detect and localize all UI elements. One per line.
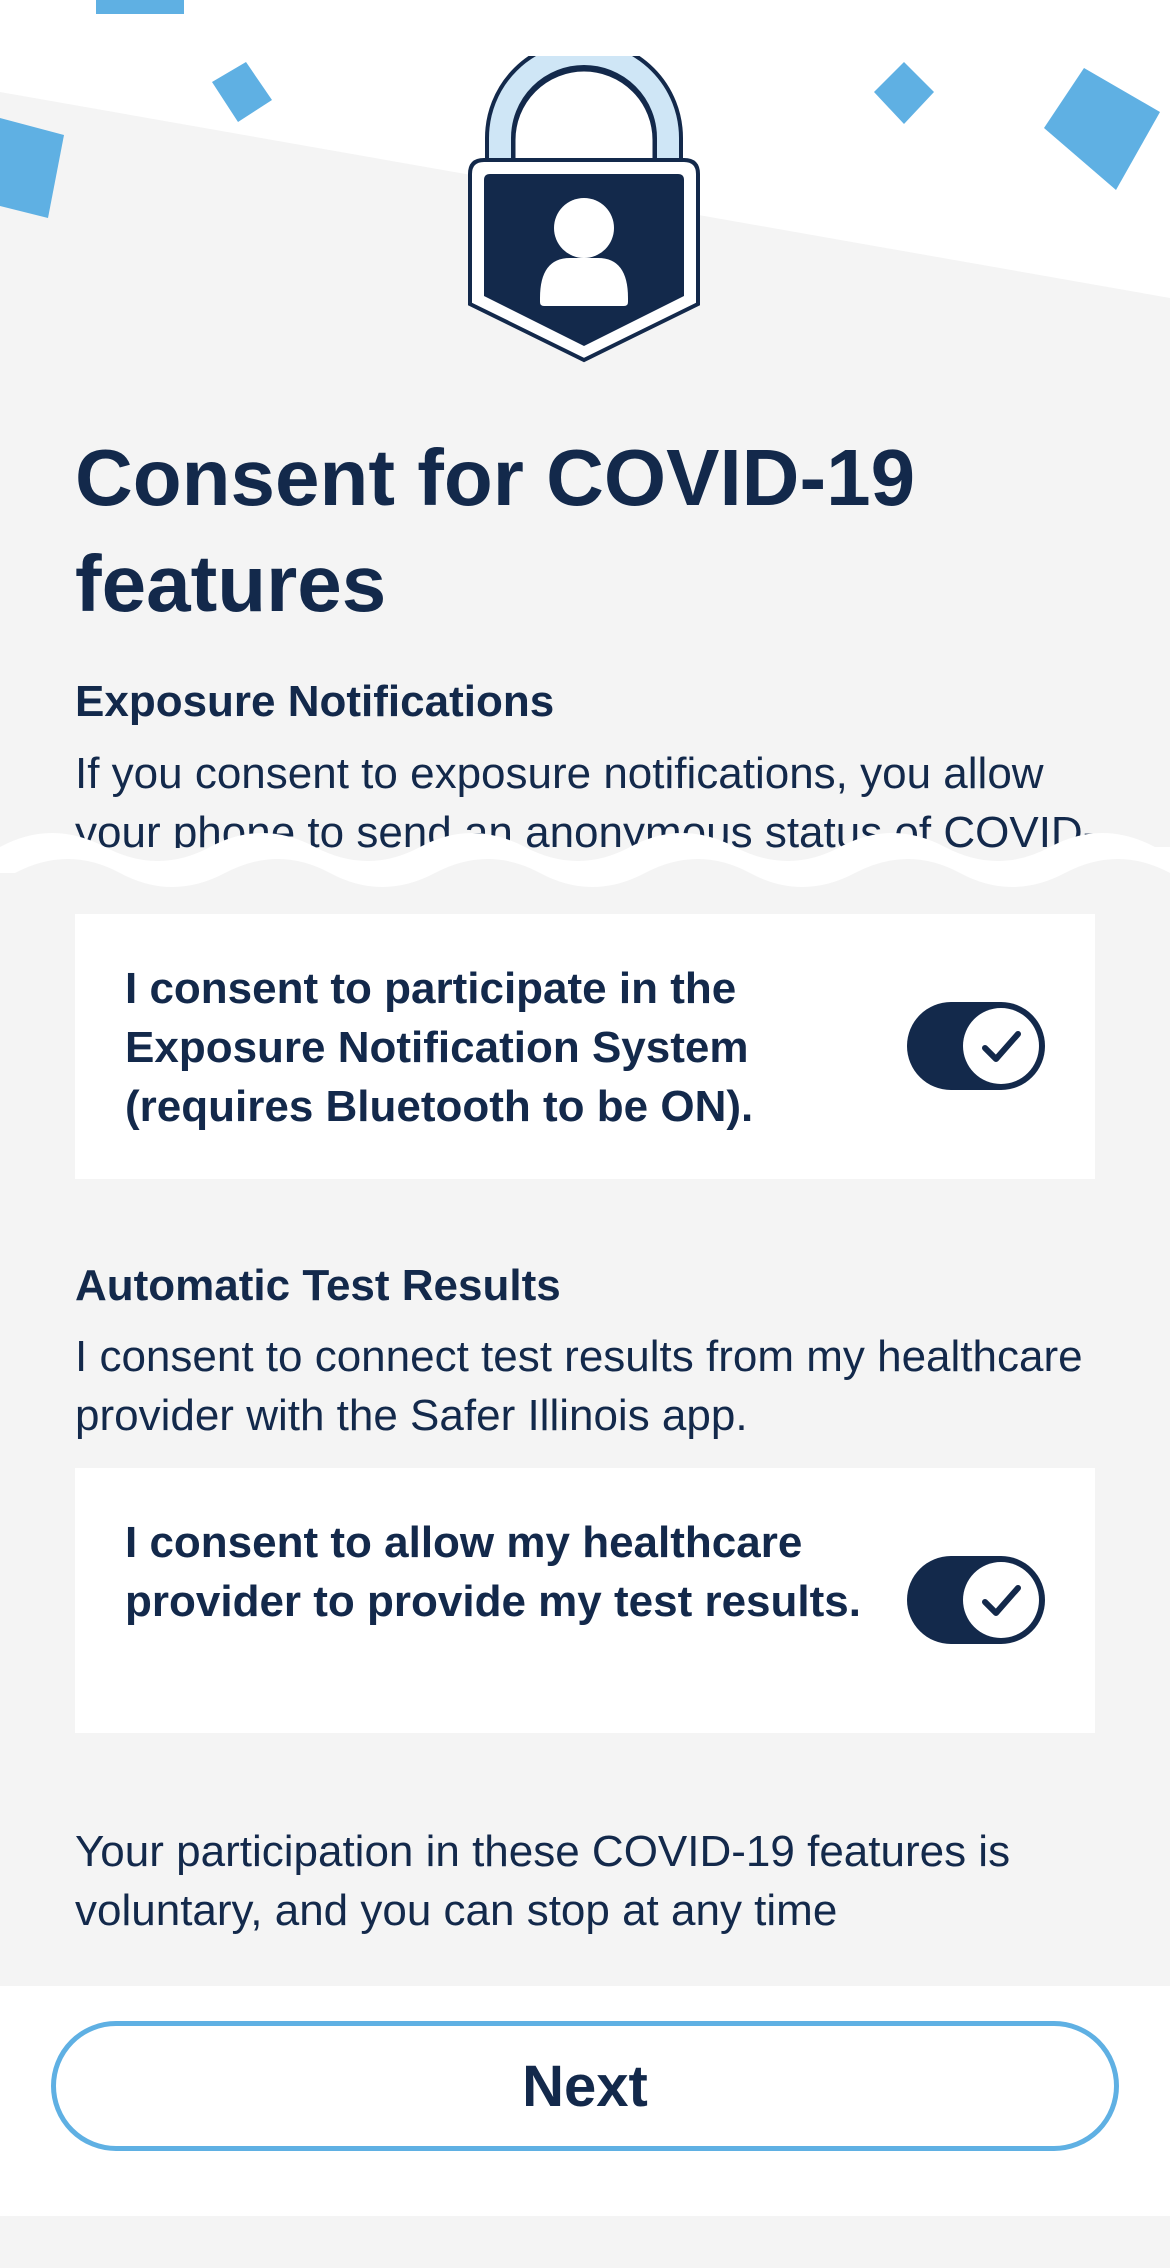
test-results-body: I consent to connect test results from m… — [75, 1332, 1083, 1440]
test-results-consent-label: I consent to allow my healthcare provide… — [125, 1518, 861, 1626]
next-button[interactable]: Next — [51, 2021, 1119, 2151]
voluntary-notice: Your participation in these COVID-19 fea… — [75, 1827, 1011, 1935]
toggle-knob — [963, 1562, 1039, 1638]
test-results-heading: Automatic Test Results — [75, 1261, 561, 1310]
bottom-action-bar: Next — [0, 1986, 1170, 2216]
checkmark-icon — [982, 1031, 1021, 1062]
exposure-consent-toggle[interactable] — [907, 1002, 1045, 1090]
exposure-consent-label: I consent to participate in the Exposure… — [125, 964, 754, 1131]
test-results-consent-toggle[interactable] — [907, 1556, 1045, 1644]
lock-user-icon — [468, 56, 700, 363]
test-results-consent-card: I consent to allow my healthcare provide… — [75, 1468, 1095, 1733]
checkmark-icon — [982, 1585, 1021, 1616]
exposure-consent-card: I consent to participate in the Exposure… — [75, 914, 1095, 1179]
hero-banner — [0, 0, 1170, 363]
toggle-knob — [963, 1008, 1039, 1084]
exposure-heading: Exposure Notifications — [75, 677, 555, 726]
torn-edge-divider — [0, 833, 1170, 925]
page-title: Consent for COVID-19 features — [75, 433, 916, 628]
